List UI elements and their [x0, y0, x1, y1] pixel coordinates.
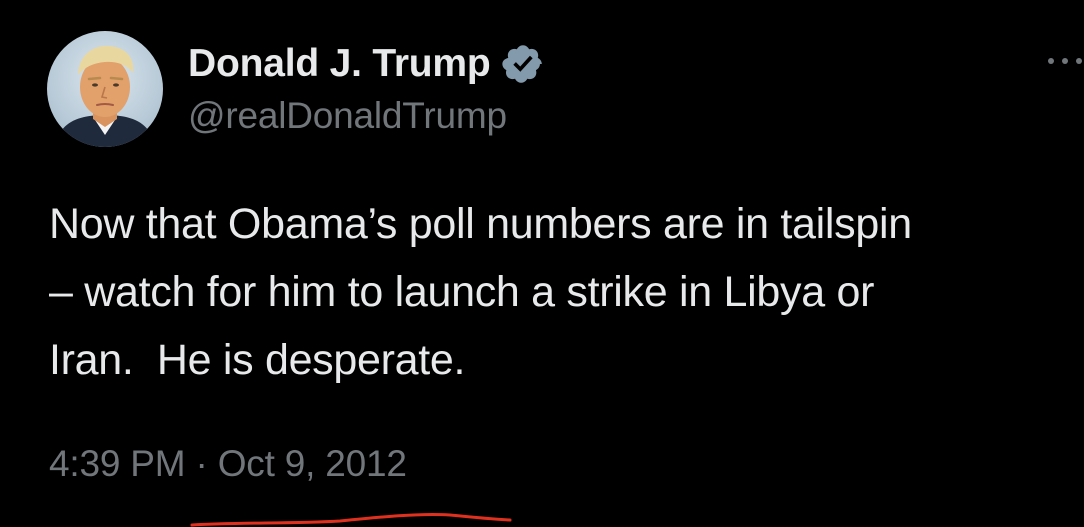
verified-badge-icon[interactable] [501, 42, 545, 86]
tweet-text-line: – watch for him to launch a strike in Li… [49, 268, 875, 316]
red-underline-annotation [190, 512, 512, 527]
meta-separator: · [195, 443, 208, 484]
more-options-icon[interactable] [1046, 48, 1084, 72]
avatar-portrait-icon [55, 45, 155, 147]
tweet-text: Now that Obama’s poll numbers are in tai… [49, 190, 1079, 394]
tweet-date[interactable]: Oct 9, 2012 [218, 443, 407, 484]
tweet-card: Donald J. Trump @realDonaldTrump Now tha… [0, 0, 1084, 527]
author-display-name[interactable]: Donald J. Trump [188, 42, 491, 86]
tweet-time[interactable]: 4:39 PM [49, 443, 186, 484]
author-name-row[interactable]: Donald J. Trump [188, 38, 545, 90]
tweet-text-line: Iran. He is desperate. [49, 336, 466, 384]
author-handle[interactable]: @realDonaldTrump [188, 95, 507, 137]
avatar[interactable] [47, 31, 163, 147]
tweet-timestamp[interactable]: 4:39 PM · Oct 9, 2012 [49, 443, 407, 485]
tweet-text-line: Now that Obama’s poll numbers are in tai… [49, 200, 912, 248]
